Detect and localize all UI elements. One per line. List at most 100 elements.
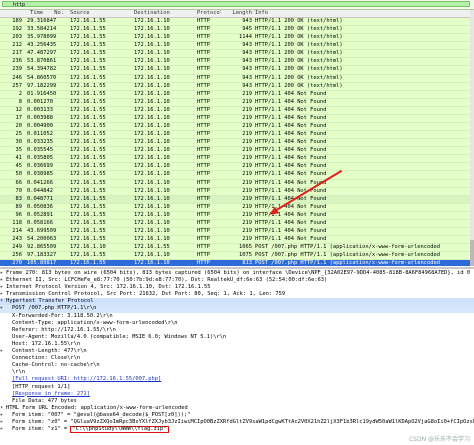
col-destination-header[interactable]: Destination [134,10,194,17]
detail-tree-item[interactable]: ▸ Ethernet II, Src: LCFCHeFe_e8:77:70 (50… [0,277,474,284]
detail-tree-item[interactable]: User-Agent: Mozilla/4.0 (compatible; MSI… [0,334,474,341]
detail-tree-item[interactable]: ▾ Hypertext Transfer Protocol [0,298,474,306]
col-time-header[interactable]: Time [30,10,66,17]
pane-splitter[interactable] [0,267,474,269]
packet-row[interactable]: 41 0.035805 172.16.1.55 172.16.1.10 HTTP 219 H… [0,155,474,164]
detail-tree-item[interactable]: ▾ HTML Form URL Encoded: application/x-ww… [0,405,474,412]
detail-tree-item[interactable]: Referer: http://172.16.1.55/\r\n [0,327,474,334]
packet-destination: 172.16.1.10 [134,179,170,186]
packet-row[interactable]: 257 97.182299 172.16.1.55 172.16.1.10 HTTP 94… [0,82,474,91]
detail-tree-item[interactable]: ▸ Form item: "z1" = "C:\\phpStudy\\WWW\\f… [0,426,474,434]
packet-row[interactable]: 96 0.052891 172.16.1.55 172.16.1.10 HTTP 219 H… [0,211,474,220]
detail-tree-item[interactable]: ▸ Internet Protocol Version 4, Src: 172.1… [0,284,474,291]
packet-list-scrollbar[interactable] [470,10,474,266]
packet-time: 0.003988 [27,114,53,121]
detail-tree-item[interactable]: Host: 172.16.1.55\r\n [0,341,474,348]
packet-time: 97.183327 [27,252,57,259]
col-info-header[interactable]: Info [255,10,470,17]
packet-row[interactable]: 83 0.048771 172.16.1.55 172.16.1.10 HTTP 219 H… [0,195,474,204]
packet-protocol: HTTP [197,195,210,202]
packet-row[interactable]: 70 0.044842 172.16.1.55 172.16.1.10 HTTP 219 H… [0,187,474,196]
detail-tree-item[interactable]: File Data: 477 bytes [0,398,474,405]
packet-row[interactable]: 89 0.050836 172.16.1.55 172.16.1.10 HTTP 219 H… [0,203,474,212]
packet-time: 0.004900 [27,123,53,130]
detail-tree-item[interactable]: ▸ Content-Length: 477\r\n [0,348,474,355]
packet-length: 219 [242,236,252,243]
detail-tree-item[interactable]: ▸ Transmission Control Protocol, Src Port… [0,291,474,298]
packet-list[interactable]: No. Time Source Destination Protocol Len… [0,10,474,266]
collapsed-triangle-icon[interactable]: ▸ [0,348,12,355]
packet-row[interactable]: 66 0.041266 172.16.1.55 172.16.1.10 HTTP 219 H… [0,179,474,188]
packet-row[interactable]: 192 33.584214 172.16.1.55 172.16.1.10 HTTP 94… [0,26,474,35]
collapsed-triangle-icon[interactable]: ▸ [0,412,12,419]
detail-tree-item[interactable]: [Full request URI: http://172.16.1.55/00… [0,376,474,383]
packet-destination: 172.16.1.10 [134,219,170,226]
packet-row[interactable]: 2 01.916450 172.16.1.55 172.16.1.10 HTTP 219 H… [0,90,474,99]
packet-protocol: HTTP [197,58,210,65]
packet-protocol: HTTP [197,228,210,235]
packet-row[interactable]: 20 0.004900 172.16.1.55 172.16.1.10 HTTP 219 H… [0,123,474,132]
packet-row[interactable]: 256 97.183327 172.16.1.55 172.16.1.10 HTTP 10… [0,252,474,261]
packet-no: 270 [12,260,22,266]
detail-tree-item[interactable]: Content-Type: application/x-www-form-url… [0,320,474,327]
packet-no: 203 [12,34,22,41]
detail-tree-item[interactable]: ▸ Form item: "z0" = "QGluaV9zZXQoImRpc3Bs… [0,419,474,426]
packet-row[interactable]: 246 54.860570 172.16.1.55 172.16.1.10 HTTP 94… [0,74,474,83]
packet-length: 219 [242,211,252,218]
packet-row[interactable]: 45 0.036699 172.16.1.55 172.16.1.10 HTTP 219 H… [0,163,474,172]
packet-row[interactable]: 8 0.001270 172.16.1.55 172.16.1.10 HTTP 219 HT… [0,98,474,107]
col-length-header[interactable]: Length [222,10,252,17]
packet-info: HTTP/1.1 404 Not Found [255,187,327,194]
detail-tree-item[interactable]: X-Forwarded-For: 3.118.50.2\r\n [0,313,474,320]
packet-length: 219 [242,219,252,226]
packet-no: 41 [15,155,23,162]
scrollbar-thumb[interactable] [470,240,474,266]
detail-tree-item[interactable]: [Response in frame: 271] [0,391,474,398]
packet-row[interactable]: 17 0.003988 172.16.1.55 172.16.1.10 HTTP 219 H… [0,114,474,124]
packet-info: HTTP/1.1 404 Not Found [255,236,327,243]
packet-row[interactable]: 35 0.035545 172.16.1.55 172.16.1.10 HTTP 219 H… [0,147,474,156]
packet-row[interactable]: 50 0.038985 172.16.1.55 172.16.1.10 HTTP 219 H… [0,171,474,180]
packet-row[interactable]: 212 43.256435 172.16.1.55 172.16.1.10 HTTP 94… [0,42,474,51]
packet-row[interactable]: 217 47.487297 172.16.1.55 172.16.1.10 HTTP 94… [0,50,474,59]
packet-no: 257 [12,82,22,89]
collapsed-triangle-icon[interactable]: ▸ [0,305,12,312]
detail-tree-item[interactable]: [HTTP request 1/1] [0,384,474,391]
packet-destination: 172.16.1.10 [134,228,170,235]
detail-tree-item[interactable]: Cache-Control: no-cache\r\n [0,362,474,369]
detail-tree-item[interactable]: \r\n [0,369,474,376]
packet-row[interactable]: 203 35.978099 172.16.1.55 172.16.1.10 HTTP 11… [0,34,474,43]
packet-row[interactable]: 12 0.003133 172.16.1.55 172.16.1.10 HTTP 219 H… [0,106,474,115]
packet-protocol: HTTP [197,114,210,121]
col-protocol-header[interactable]: Protocol [197,10,221,17]
col-source-header[interactable]: Source [70,10,130,17]
packet-info: HTTP/1.1 404 Not Found [255,98,327,105]
packet-row[interactable]: 270 105.89817 172.16.1.55 172.16.1.10 HTTP 81… [0,260,474,266]
packet-row[interactable]: 30 0.033235 172.16.1.55 172.16.1.10 HTTP 219 H… [0,139,474,148]
packet-destination: 172.16.1.10 [134,236,170,243]
packet-row[interactable]: 118 0.058166 172.16.1.55 172.16.1.10 HTTP 219… [0,219,474,229]
packet-row[interactable]: 189 29.316847 172.16.1.55 172.16.1.10 HTTP 94… [0,18,474,27]
packet-details-pane[interactable]: ▸ Frame 270: 813 bytes on wire (6504 bits… [0,270,474,445]
detail-tree-item[interactable]: Connection: Close\r\n [0,355,474,362]
packet-length: 219 [242,179,252,186]
packet-length: 219 [242,123,252,130]
packet-time: 47.487297 [27,50,57,57]
detail-tree-item[interactable]: ▸ POST /007.php HTTP/1.1\r\n [0,305,474,313]
display-filter-input[interactable]: http [2,1,470,8]
packet-row[interactable]: 243 54.200063 172.16.1.55 172.16.1.10 HTTP 21… [0,236,474,245]
packet-time: 0.003133 [27,106,53,113]
packet-no: 35 [15,147,23,154]
packet-row[interactable]: 236 53.870861 172.16.1.55 172.16.1.10 HTTP 94… [0,58,474,67]
packet-row[interactable]: 25 0.011052 172.16.1.55 172.16.1.10 HTTP 219 H… [0,131,474,140]
packet-info: HTTP/1.1 404 Not Found [255,155,327,162]
packet-row[interactable]: 239 54.394782 172.16.1.55 172.16.1.10 HTTP 94… [0,66,474,75]
packet-row[interactable]: 214 43.699509 172.16.1.55 172.16.1.10 HTTP 21… [0,228,474,237]
collapsed-triangle-icon[interactable]: ▸ [0,426,12,433]
detail-tree-item[interactable]: ▸ Form item: "007" = "@eval(@base64_decod… [0,412,474,419]
packet-no: 25 [15,131,23,138]
packet-destination: 172.16.1.10 [134,106,170,113]
detail-tree-item[interactable]: ▸ Frame 270: 813 bytes on wire (6504 bits… [0,270,474,277]
packet-row[interactable]: 249 92.865509 172.16.1.10 172.16.1.55 HTTP 10… [0,244,474,253]
collapsed-triangle-icon[interactable]: ▸ [0,419,12,426]
